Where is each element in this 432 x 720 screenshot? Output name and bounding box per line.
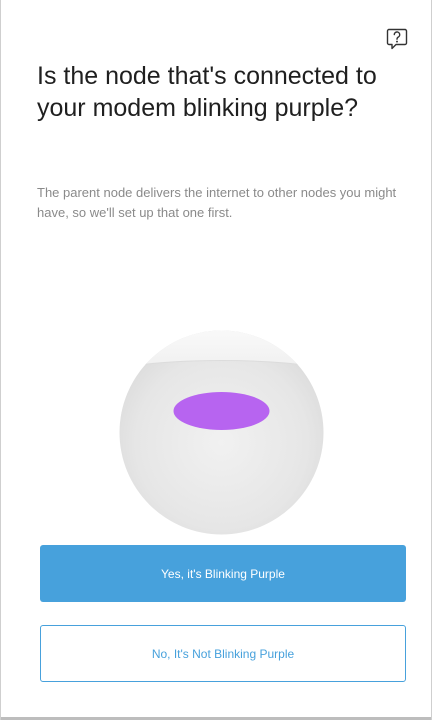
node-illustration (119, 330, 324, 535)
setup-screen: Is the node that's connected to your mod… (0, 0, 432, 720)
node-top-light-icon (119, 330, 324, 535)
question-bubble-icon (386, 27, 408, 51)
purple-status-light (173, 392, 270, 430)
page-title: Is the node that's connected to your mod… (37, 62, 377, 122)
page-description: The parent node delivers the internet to… (37, 185, 397, 220)
no-not-blinking-purple-button[interactable]: No, It's Not Blinking Purple (40, 625, 406, 682)
help-button[interactable] (385, 26, 409, 52)
yes-blinking-purple-button[interactable]: Yes, it's Blinking Purple (40, 545, 406, 602)
